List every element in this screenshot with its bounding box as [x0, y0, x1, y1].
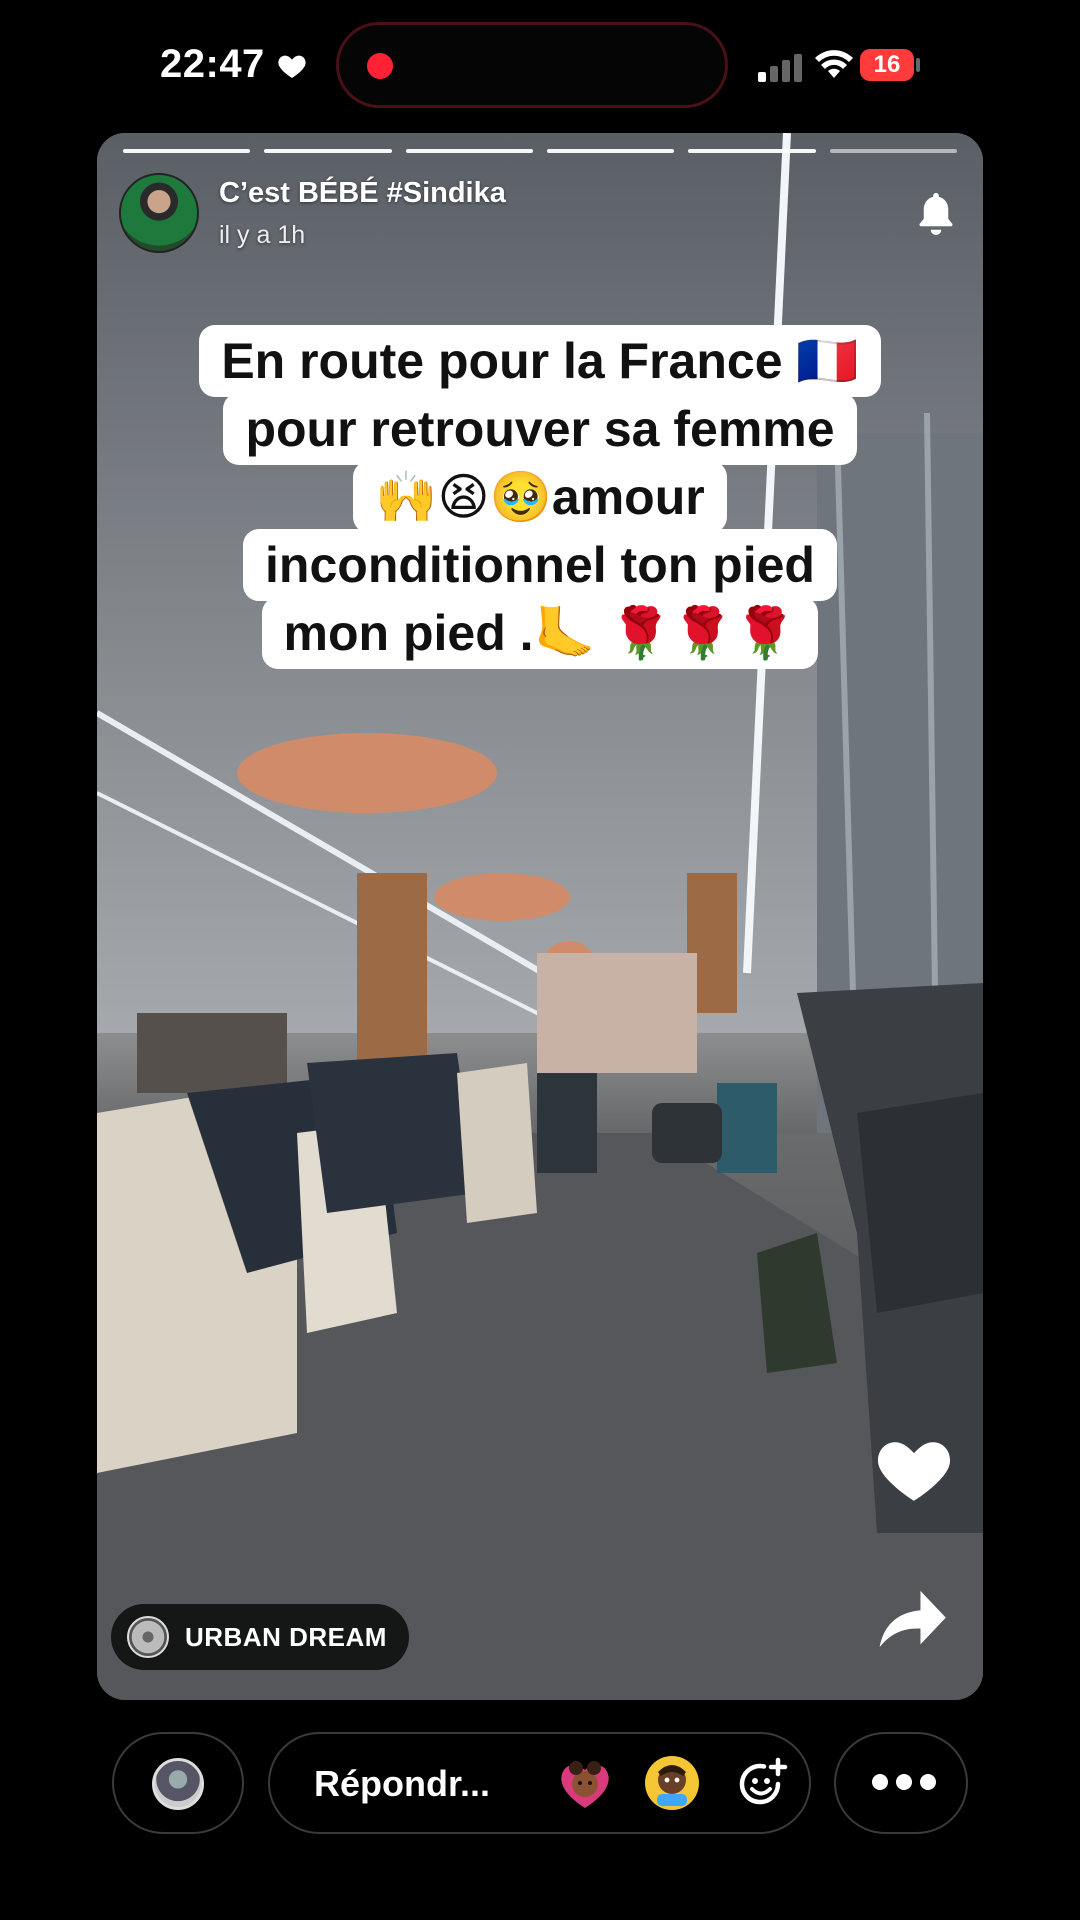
reply-input[interactable]: Répondr... — [268, 1732, 811, 1834]
avatar[interactable] — [119, 173, 199, 253]
share-icon[interactable] — [875, 1588, 949, 1650]
battery-cap — [916, 58, 920, 72]
wifi-icon — [815, 50, 853, 78]
bell-icon[interactable] — [915, 191, 957, 237]
music-disc-icon — [127, 1616, 169, 1658]
username[interactable]: C’est BÉBÉ #Sindika — [219, 177, 506, 210]
progress-segment — [829, 149, 957, 153]
heart-icon — [278, 55, 306, 78]
progress-segment — [546, 149, 675, 153]
caption-line: pour retrouver sa femme — [223, 393, 857, 465]
caption-line: inconditionnel ton pied — [243, 529, 837, 601]
progress-segment — [264, 149, 392, 153]
avatar — [152, 1758, 204, 1810]
caption-line: mon pied .🦶 🌹🌹🌹 — [261, 597, 819, 669]
music-label: URBAN DREAM — [185, 1621, 387, 1652]
camera-reply-button[interactable] — [112, 1732, 244, 1834]
heart-icon[interactable] — [875, 1434, 953, 1504]
more-icon — [872, 1774, 936, 1790]
sticker-icon[interactable] — [556, 1754, 614, 1812]
reply-placeholder: Répondr... — [314, 1763, 491, 1804]
recording-dot-icon — [367, 53, 393, 79]
cellular-signal-icon — [758, 54, 802, 82]
progress-segment — [688, 149, 816, 153]
caption-line: 🙌😫🥹amour — [353, 461, 727, 533]
music-pill[interactable]: URBAN DREAM — [111, 1604, 409, 1670]
progress-segment — [123, 149, 251, 153]
emoji-add-icon[interactable] — [734, 1756, 790, 1812]
story-caption: En route pour la France 🇫🇷 pour retrouve… — [97, 325, 983, 669]
dynamic-island[interactable] — [336, 22, 728, 108]
status-bar: 22:47 16 — [0, 0, 1080, 130]
battery-icon: 16 — [860, 49, 914, 81]
progress-segment — [405, 149, 533, 153]
sticker-icon[interactable] — [643, 1754, 701, 1812]
more-button[interactable] — [834, 1732, 968, 1834]
clock: 22:47 — [160, 42, 265, 86]
story-progress — [123, 149, 957, 153]
story-card[interactable]: C’est BÉBÉ #Sindika il y a 1h En route p… — [97, 133, 983, 1700]
bottom-bar: Répondr... — [0, 1732, 1080, 1838]
caption-line: En route pour la France 🇫🇷 — [199, 325, 881, 397]
timestamp: il y a 1h — [219, 221, 306, 249]
